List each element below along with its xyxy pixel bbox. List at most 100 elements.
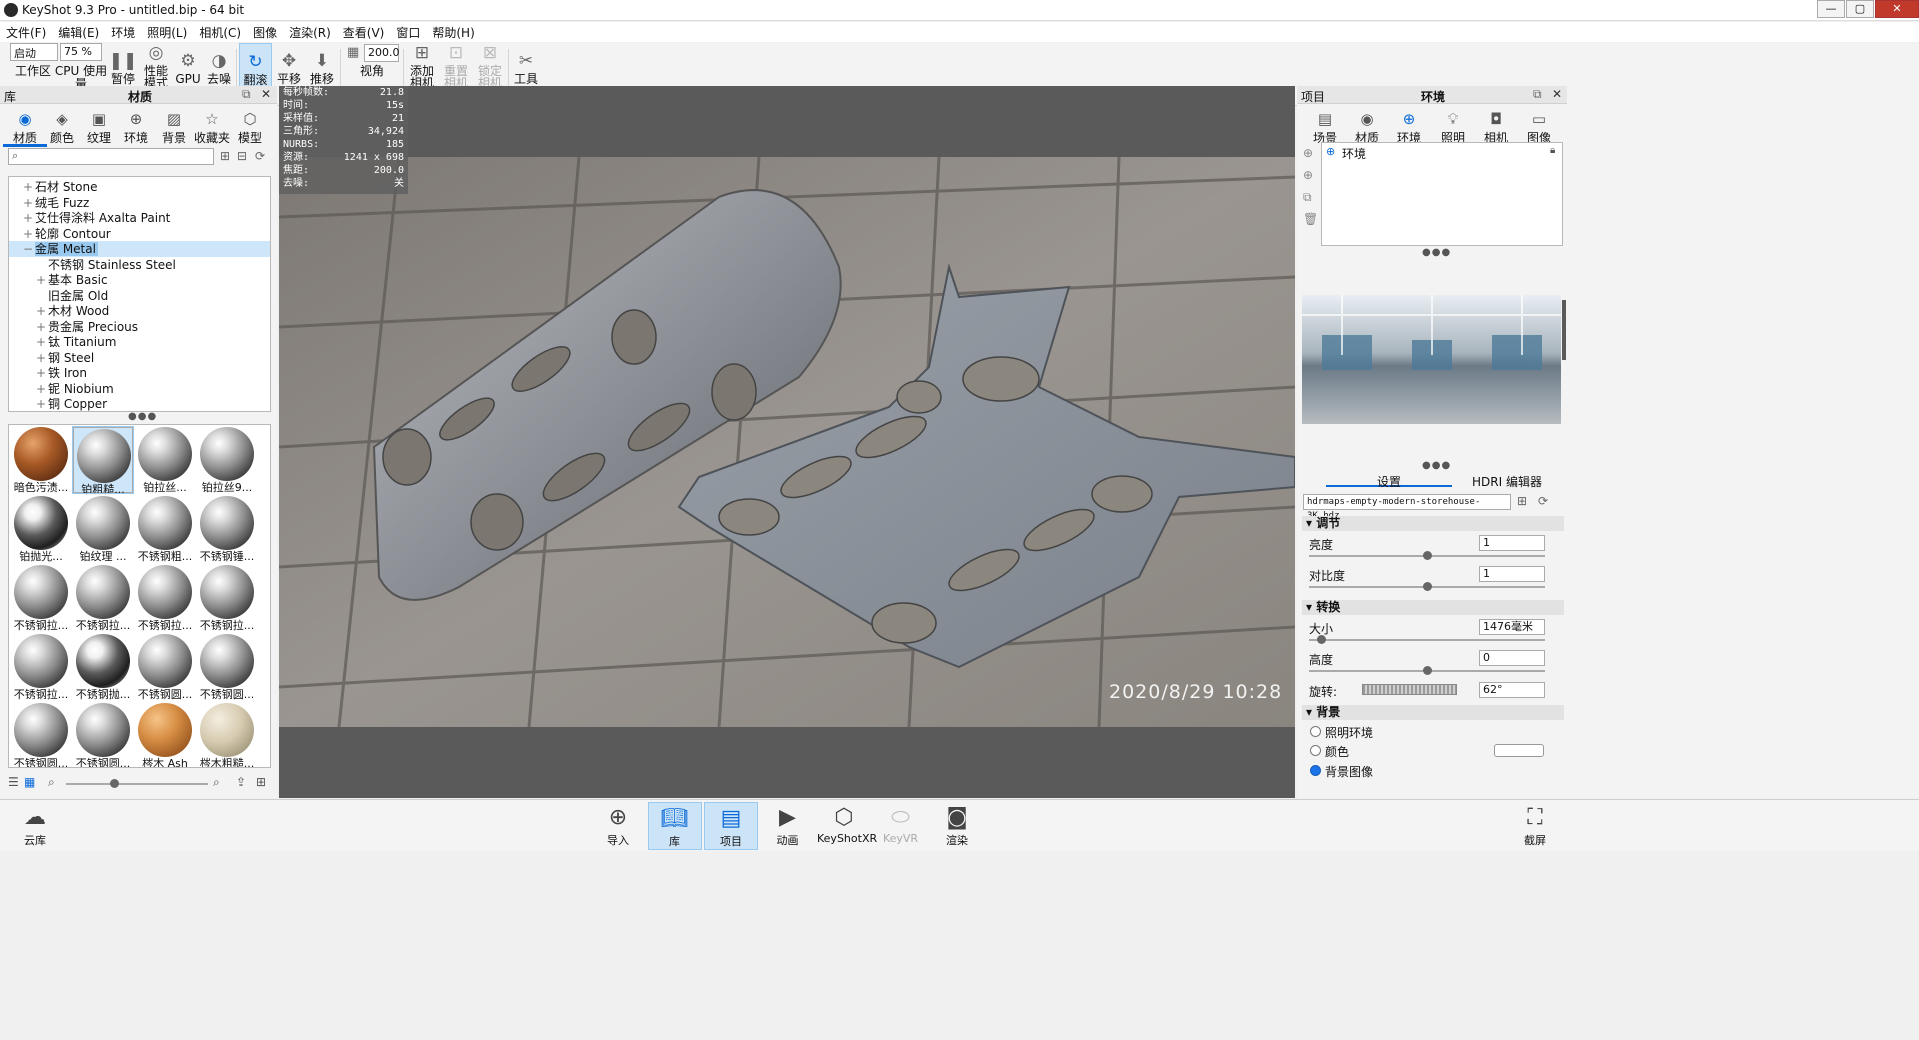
库-button[interactable]: 📖︎ 库 — [647, 802, 702, 850]
size-knob[interactable] — [1316, 635, 1326, 644]
material-thumbnail[interactable]: 不锈钢拉... — [11, 634, 71, 701]
duplicate-environment-icon[interactable]: ⧉ — [1303, 190, 1312, 205]
渲染-button[interactable]: ◙ 渲染 — [930, 802, 984, 850]
keyvr-button[interactable]: ⬭ KeyVR — [874, 802, 928, 850]
expand-icon[interactable]: + — [36, 365, 48, 381]
导入-button[interactable]: ⊕ 导入 — [591, 802, 645, 850]
material-thumbnail[interactable]: 不锈钢拉... — [135, 565, 195, 632]
tree-item[interactable]: + 铜 Copper — [9, 396, 270, 411]
tab-image[interactable]: ▭ 图像 — [1517, 107, 1561, 147]
material-thumbnail[interactable]: 不锈钢圆... — [197, 634, 257, 701]
tree-item[interactable]: + 基本 Basic — [9, 272, 270, 288]
grid-view-icon[interactable]: ▦ — [24, 775, 35, 789]
maximize-button[interactable]: ▢ — [1846, 0, 1874, 18]
material-thumbnail[interactable]: 铂粗糙... — [72, 426, 134, 496]
menu-image[interactable]: 图像 — [247, 22, 283, 41]
tab-scene[interactable]: ▤ 场景 — [1303, 107, 1347, 147]
upload-icon[interactable]: ⇪ — [236, 775, 246, 789]
material-thumbnail[interactable]: 铂拉丝... — [135, 427, 195, 494]
float-panel-icon[interactable]: ⧉ — [242, 87, 251, 102]
add-environment-icon[interactable]: ⊕ — [1303, 168, 1313, 182]
expand-icon[interactable]: + — [36, 381, 48, 397]
screenshot-button[interactable]: ⛶ 截屏 — [1508, 802, 1562, 850]
material-thumbnail[interactable]: 不锈钢圆... — [11, 703, 71, 767]
material-thumbnail[interactable]: 铂纹理 ... — [73, 496, 133, 563]
minimize-button[interactable]: — — [1817, 0, 1845, 18]
adjust-section-header[interactable]: ▾ 调节 — [1302, 516, 1564, 531]
动画-button[interactable]: ▶ 动画 — [761, 802, 815, 850]
expand-icon[interactable]: + — [36, 334, 48, 350]
项目-button[interactable]: ▤ 项目 — [704, 802, 758, 850]
lock-icon[interactable]: 🔒︎ — [1550, 145, 1555, 156]
radio-color[interactable] — [1310, 745, 1321, 756]
expand-icon[interactable]: + — [36, 272, 48, 288]
tree-item[interactable]: + 轮廓 Contour — [9, 226, 270, 242]
menu-camera[interactable]: 相机(C) — [193, 22, 247, 41]
expand-icon[interactable]: + — [23, 179, 35, 195]
splitter-handle[interactable]: ●●● — [128, 411, 157, 422]
collapse-icon[interactable]: − — [23, 241, 35, 257]
material-thumbnail[interactable]: 铂抛光... — [11, 496, 71, 563]
library-search-input[interactable]: ⌕ — [8, 148, 214, 165]
delete-icon[interactable]: 🗑︎ — [1303, 212, 1318, 226]
expand-icon[interactable]: + — [36, 350, 48, 366]
tree-item[interactable]: + 铌 Niobium — [9, 381, 270, 397]
menu-file[interactable]: 文件(F) — [0, 22, 52, 41]
brightness-input[interactable]: 1 — [1479, 535, 1545, 551]
tree-item[interactable]: + 铁 Iron — [9, 365, 270, 381]
list-item[interactable]: ⊕ 环境 🔒︎ — [1324, 145, 1560, 161]
close-button[interactable]: ✕ — [1875, 0, 1919, 18]
thumbnail-size-slider[interactable] — [66, 783, 208, 785]
tab-models[interactable]: ⬡ 模型 — [228, 107, 272, 147]
radio-lighting-environment[interactable] — [1310, 726, 1321, 737]
expand-icon[interactable]: + — [23, 210, 35, 226]
tree-item[interactable]: 不锈钢 Stainless Steel — [9, 257, 270, 273]
menu-edit[interactable]: 编辑(E) — [52, 22, 105, 41]
background-section-header[interactable]: ▾ 背景 — [1302, 705, 1564, 720]
tree-item[interactable]: + 石材 Stone — [9, 179, 270, 195]
brightness-knob[interactable] — [1423, 551, 1432, 560]
tab-settings[interactable]: 设置 — [1326, 473, 1452, 489]
zoom-out-icon[interactable]: ⌕ — [48, 775, 55, 790]
menu-environment[interactable]: 环境 — [105, 22, 141, 41]
expand-icon[interactable]: + — [36, 319, 48, 335]
hdri-preview[interactable] — [1302, 295, 1561, 424]
menu-help[interactable]: 帮助(H) — [426, 22, 480, 41]
expand-icon[interactable]: + — [36, 396, 48, 411]
radio-backplate-image[interactable] — [1310, 765, 1321, 776]
menu-view[interactable]: 查看(V) — [337, 22, 391, 41]
expand-icon[interactable]: + — [23, 226, 35, 242]
menu-render[interactable]: 渲染(R) — [283, 22, 337, 41]
open-folder-icon[interactable]: ⊞ — [1517, 494, 1527, 508]
close-panel-icon[interactable]: ✕ — [261, 87, 271, 101]
material-thumbnail[interactable]: 不锈钢抛... — [73, 634, 133, 701]
list-view-icon[interactable]: ☰ — [8, 775, 19, 789]
cloud-library-button[interactable]: ☁ 云库 — [8, 802, 62, 850]
tree-item[interactable]: + 艾仕得涂料 Axalta Paint — [9, 210, 270, 226]
folder-add-icon[interactable]: ⊟ — [237, 149, 247, 163]
tree-item[interactable]: 旧金属 Old — [9, 288, 270, 304]
preview-scrollbar[interactable] — [1562, 300, 1566, 360]
expand-icon[interactable]: + — [36, 303, 48, 319]
splitter-handle[interactable]: ●●● — [1422, 460, 1451, 471]
tree-item[interactable]: + 绒毛 Fuzz — [9, 195, 270, 211]
material-thumbnail[interactable]: 不锈钢拉... — [73, 565, 133, 632]
material-thumbnail[interactable]: 不锈钢粗... — [135, 496, 195, 563]
contrast-input[interactable]: 1 — [1479, 566, 1545, 582]
folder-filter-icon[interactable]: ⊞ — [220, 149, 230, 163]
refresh-icon[interactable]: ⟳ — [255, 149, 265, 163]
material-thumbnail[interactable]: 梣木粗糙... — [197, 703, 257, 767]
tree-item[interactable]: + 钛 Titanium — [9, 334, 270, 350]
material-thumbnail[interactable]: 不锈钢拉... — [11, 565, 71, 632]
thumbnail-size-knob[interactable] — [110, 779, 119, 788]
float-panel-icon[interactable]: ⧉ — [1533, 87, 1542, 102]
tab-environment[interactable]: ⊕ 环境 — [1387, 107, 1431, 147]
refresh-icon[interactable]: ⟳ — [1538, 494, 1548, 508]
height-input[interactable]: 0 — [1479, 650, 1545, 666]
render-viewport[interactable]: 每秒帧数: 21.8 时间: 15s 采样值: 21 三角形: 34,924 NURBS: 185… — [279, 86, 1295, 798]
environment-globe-icon[interactable]: ⊕ — [1303, 146, 1313, 160]
zoom-in-icon[interactable]: ⌕ — [213, 775, 220, 790]
material-thumbnail[interactable]: 暗色污渍... — [11, 427, 71, 494]
size-slider[interactable] — [1309, 639, 1545, 641]
tab-material[interactable]: ◉ 材质 — [1345, 107, 1389, 147]
